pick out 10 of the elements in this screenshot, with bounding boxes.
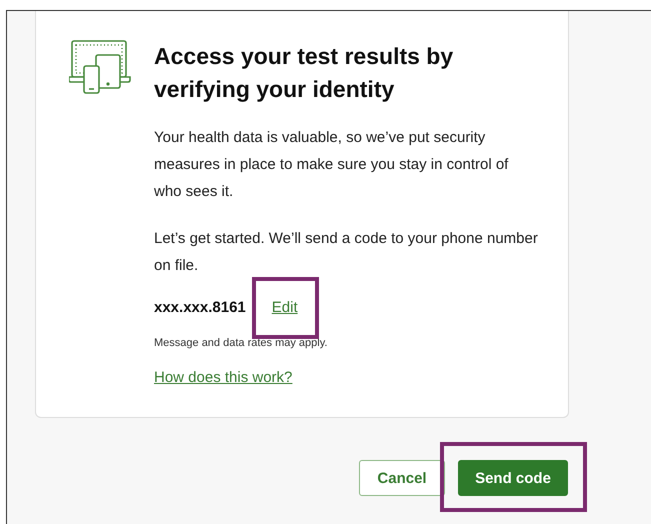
disclaimer-text: Message and data rates may apply. (154, 337, 328, 349)
help-link[interactable]: How does this work? (154, 369, 292, 386)
body-text: Your health data is valuable, so we’ve put security measures in place to make sure you stay in control of who sees it. (154, 128, 510, 202)
send-code-button[interactable]: Send code (458, 460, 568, 496)
cancel-button[interactable]: Cancel (359, 460, 445, 496)
card-title: Access your test results by verifying your identity (154, 42, 454, 104)
edit-link[interactable]: Edit (272, 299, 298, 316)
phone-number: xxx.xxx.8161 (154, 299, 246, 316)
body-text: Let’s get started. We’ll send a code to your phone number on file. (154, 229, 538, 276)
devices-icon (69, 40, 131, 94)
